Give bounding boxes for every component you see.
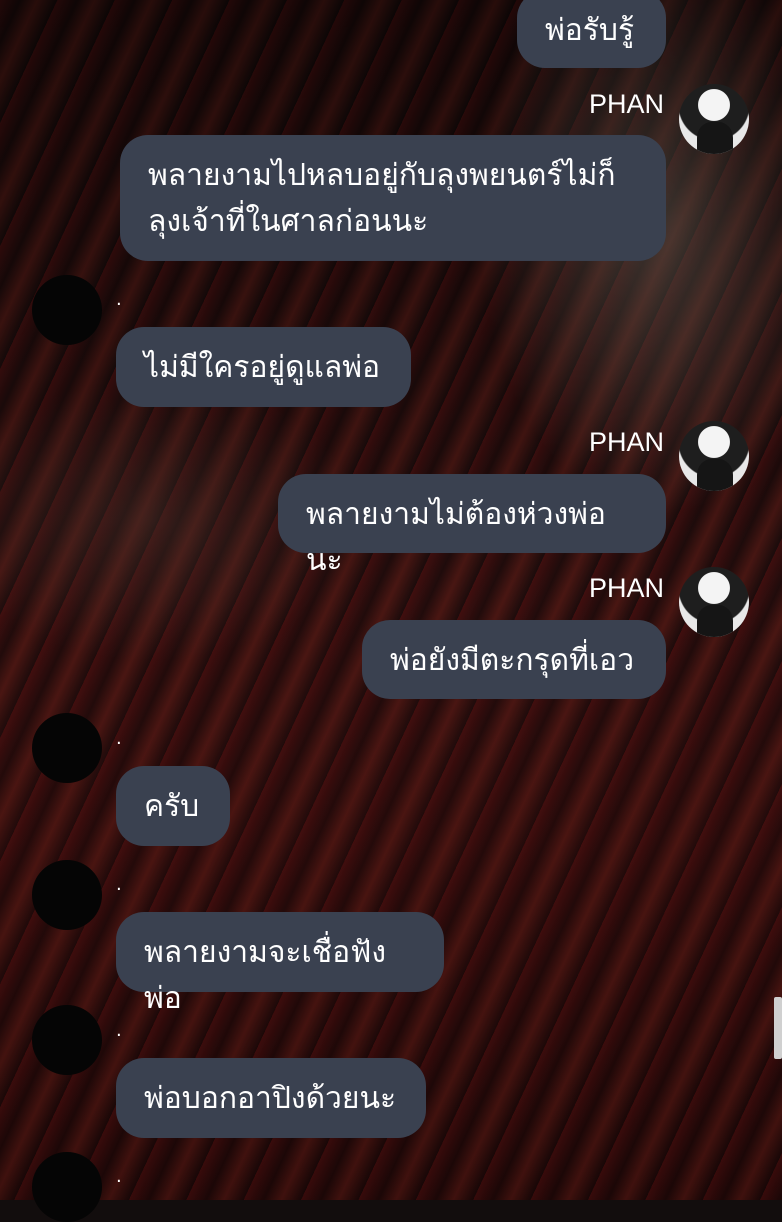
message-bubble-outgoing[interactable]: พลายงามไปหลบอยู่กับลุงพยนตร์ไม่ก็ ลุงเจ้… [120,135,666,261]
sender-avatar[interactable] [679,84,749,154]
message-bubble-outgoing[interactable]: พ่อยังมีตะกรุดที่เอว [362,620,666,699]
sender-name: . [116,289,122,310]
sender-avatar[interactable] [32,860,102,930]
sender-name: . [116,728,122,749]
sender-name: PHAN [588,427,664,457]
sender-name: . [116,1020,122,1041]
sender-name: . [116,874,122,895]
sender-avatar[interactable] [32,275,102,345]
sender-avatar[interactable] [679,421,749,491]
message-bubble-incoming[interactable]: พลายงามจะเชื่อฟังพ่อ [116,912,444,1016]
sender-avatar[interactable] [32,1152,102,1222]
message-bubble-incoming[interactable]: ไม่มีใครอยู่ดูแลพ่อ [116,327,411,407]
sender-avatar[interactable] [32,1005,102,1075]
message-bubble-outgoing[interactable]: พลายงามไม่ต้องห่วงพ่อนะ [278,474,666,578]
message-bubble-outgoing[interactable]: พ่อรับรู้ [517,0,666,68]
sender-avatar[interactable] [32,713,102,783]
sender-name: . [116,1166,122,1187]
sender-avatar[interactable] [679,567,749,637]
message-bubble-incoming[interactable]: พ่อบอกอาปิงด้วยนะ [116,1058,426,1138]
message-bubble-incoming[interactable]: ครับ [116,766,230,846]
sender-name: PHAN [588,89,664,119]
scrollbar-thumb[interactable] [774,997,782,1059]
sender-name: PHAN [588,573,664,603]
